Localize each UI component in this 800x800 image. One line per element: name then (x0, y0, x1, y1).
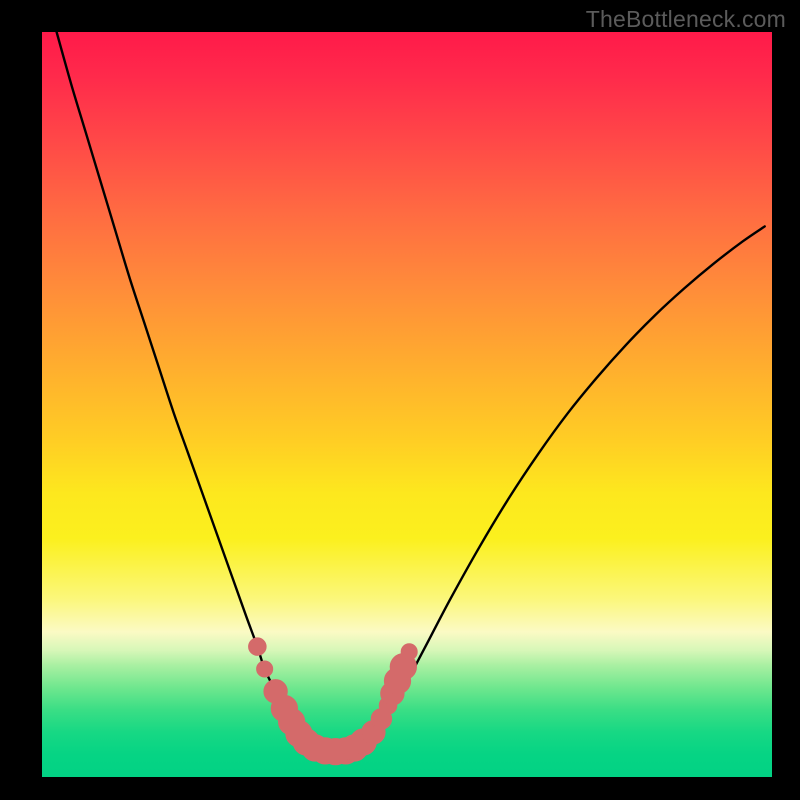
curve-marker (401, 644, 417, 660)
chart-frame: TheBottleneck.com (0, 0, 800, 800)
curve-marker (257, 661, 273, 677)
watermark-text: TheBottleneck.com (586, 6, 786, 33)
curve-marker (249, 638, 267, 656)
plot-area (42, 32, 772, 777)
bottleneck-curve-svg (42, 32, 772, 777)
curve-markers (249, 638, 418, 765)
